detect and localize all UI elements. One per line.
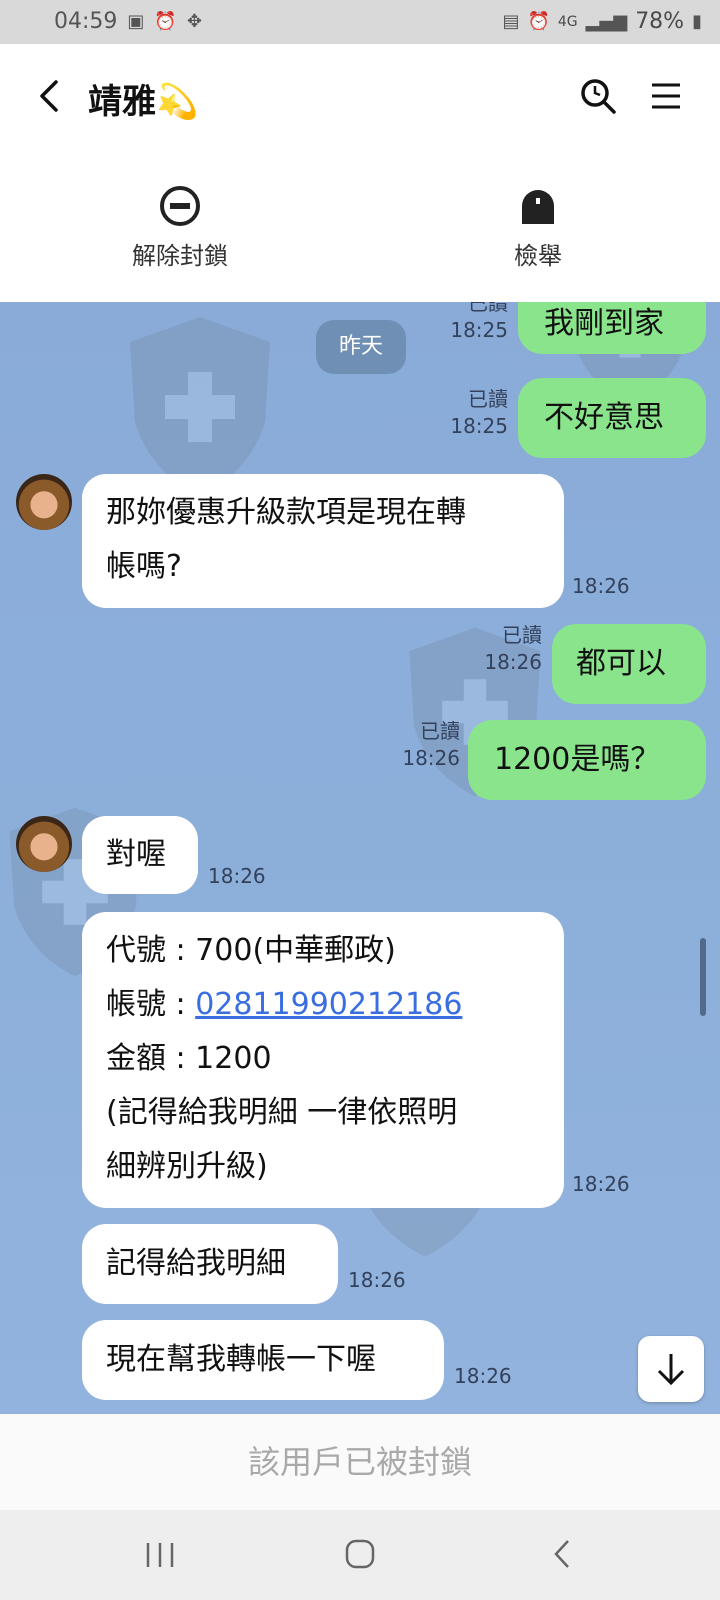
status-time: 04:59 — [54, 9, 118, 34]
blocked-notice: 該用戶已被封鎖 — [0, 1414, 720, 1510]
message-time: 18:25 — [450, 318, 508, 342]
message-text: 都可以 — [576, 646, 666, 681]
message-bubble-incoming[interactable]: 代號 : 700(中華郵政) 帳號 : 02811990212186 金額 : … — [82, 912, 564, 1208]
scrollbar-thumb[interactable] — [700, 938, 706, 1016]
message-time: 18:26 — [402, 746, 460, 770]
back-nav-icon[interactable] — [550, 1538, 574, 1570]
battery-icon: ▮ — [692, 11, 702, 32]
message-text-line: 帳嗎? — [106, 549, 182, 584]
system-nav-bar — [0, 1510, 720, 1600]
message-bubble-outgoing[interactable]: 都可以 — [552, 624, 706, 704]
unblock-label: 解除封鎖 — [132, 242, 228, 270]
message-text-line: 細辨別升級) — [106, 1149, 268, 1184]
message-meta: 已讀 18:25 — [440, 386, 508, 440]
bell-icon — [516, 184, 560, 228]
unblock-button[interactable]: 解除封鎖 — [120, 184, 240, 271]
message-text-line: 金額 : 1200 — [106, 1041, 272, 1076]
network-type: 4G — [557, 13, 578, 30]
status-bar: 04:59 ▣ ⏰ ✥ ▤ ⏰ 4G ▂▄▆ 78% ▮ — [0, 0, 720, 44]
message-time: 18:26 — [572, 1172, 630, 1196]
message-bubble-incoming[interactable]: 現在幫我轉帳一下喔 — [82, 1320, 444, 1400]
game-icon: ✥ — [186, 11, 202, 32]
message-text: 現在幫我轉帳一下喔 — [106, 1342, 376, 1377]
message-text-line: (記得給我明細 一律依照明 — [106, 1095, 458, 1130]
chat-header: 靖雅💫 解除封鎖 檢舉 — [0, 44, 720, 302]
read-receipt: 已讀 — [468, 387, 508, 411]
message-time: 18:26 — [454, 1364, 512, 1388]
message-text-line: 帳號 : 02811990212186 — [106, 978, 540, 1032]
message-bubble-incoming[interactable]: 對喔 — [82, 816, 198, 894]
message-time: 18:26 — [484, 650, 542, 674]
message-text: 我剛到家 — [544, 306, 664, 341]
message-bubble-outgoing[interactable]: 1200是嗎？ — [468, 720, 706, 800]
scroll-down-button[interactable] — [638, 1336, 704, 1402]
avatar[interactable] — [16, 474, 72, 530]
message-text: 記得給我明細 — [106, 1246, 286, 1281]
recent-apps-icon[interactable] — [144, 1540, 176, 1570]
message-bubble-incoming[interactable]: 記得給我明細 — [82, 1224, 338, 1304]
gallery-icon: ▣ — [127, 11, 145, 32]
message-text: 不好意思 — [544, 400, 664, 435]
message-text-line: 代號 : 700(中華郵政) — [106, 933, 396, 968]
message-meta: 已讀 18:25 — [440, 302, 508, 344]
alarm-icon: ⏰ — [154, 11, 177, 32]
report-label: 檢舉 — [514, 242, 562, 270]
message-meta: 已讀 18:26 — [474, 622, 542, 676]
message-time: 18:26 — [572, 574, 630, 598]
hamburger-icon[interactable] — [650, 80, 682, 112]
alarm-status-icon: ⏰ — [527, 11, 550, 32]
message-text: 對喔 — [106, 837, 166, 872]
message-text: 1200是嗎？ — [494, 742, 661, 777]
message-bubble-outgoing[interactable]: 不好意思 — [518, 378, 706, 458]
message-meta: 已讀 18:26 — [392, 718, 460, 772]
message-time: 18:26 — [348, 1268, 406, 1292]
read-receipt: 已讀 — [468, 302, 508, 315]
account-number-link[interactable]: 02811990212186 — [195, 987, 462, 1022]
message-time: 18:25 — [450, 414, 508, 438]
report-button[interactable]: 檢舉 — [478, 184, 598, 271]
read-receipt: 已讀 — [420, 719, 460, 743]
arrow-down-icon — [657, 1354, 685, 1386]
date-separator: 昨天 — [316, 320, 406, 374]
lock-notification-icon: ▤ — [502, 11, 520, 32]
avatar[interactable] — [16, 816, 72, 872]
message-text-line: 那妳優惠升級款項是現在轉 — [106, 495, 466, 530]
minus-circle-icon — [158, 184, 202, 228]
read-receipt: 已讀 — [502, 623, 542, 647]
message-bubble-incoming[interactable]: 那妳優惠升級款項是現在轉 帳嗎? — [82, 474, 564, 608]
search-icon[interactable] — [578, 76, 618, 116]
message-time: 18:26 — [208, 864, 266, 888]
chat-area[interactable]: 昨天 已讀 18:25 我剛到家 已讀 18:25 不好意思 那妳優惠升級款項是… — [0, 302, 720, 1414]
home-icon[interactable] — [344, 1538, 376, 1570]
battery-level: 78% — [635, 9, 685, 34]
chat-title: 靖雅💫 — [88, 82, 199, 122]
account-label: 帳號 : — [106, 987, 196, 1022]
signal-icon: ▂▄▆ — [585, 11, 628, 32]
chevron-left-icon[interactable] — [30, 72, 70, 120]
message-bubble-outgoing[interactable]: 我剛到家 — [518, 302, 706, 354]
